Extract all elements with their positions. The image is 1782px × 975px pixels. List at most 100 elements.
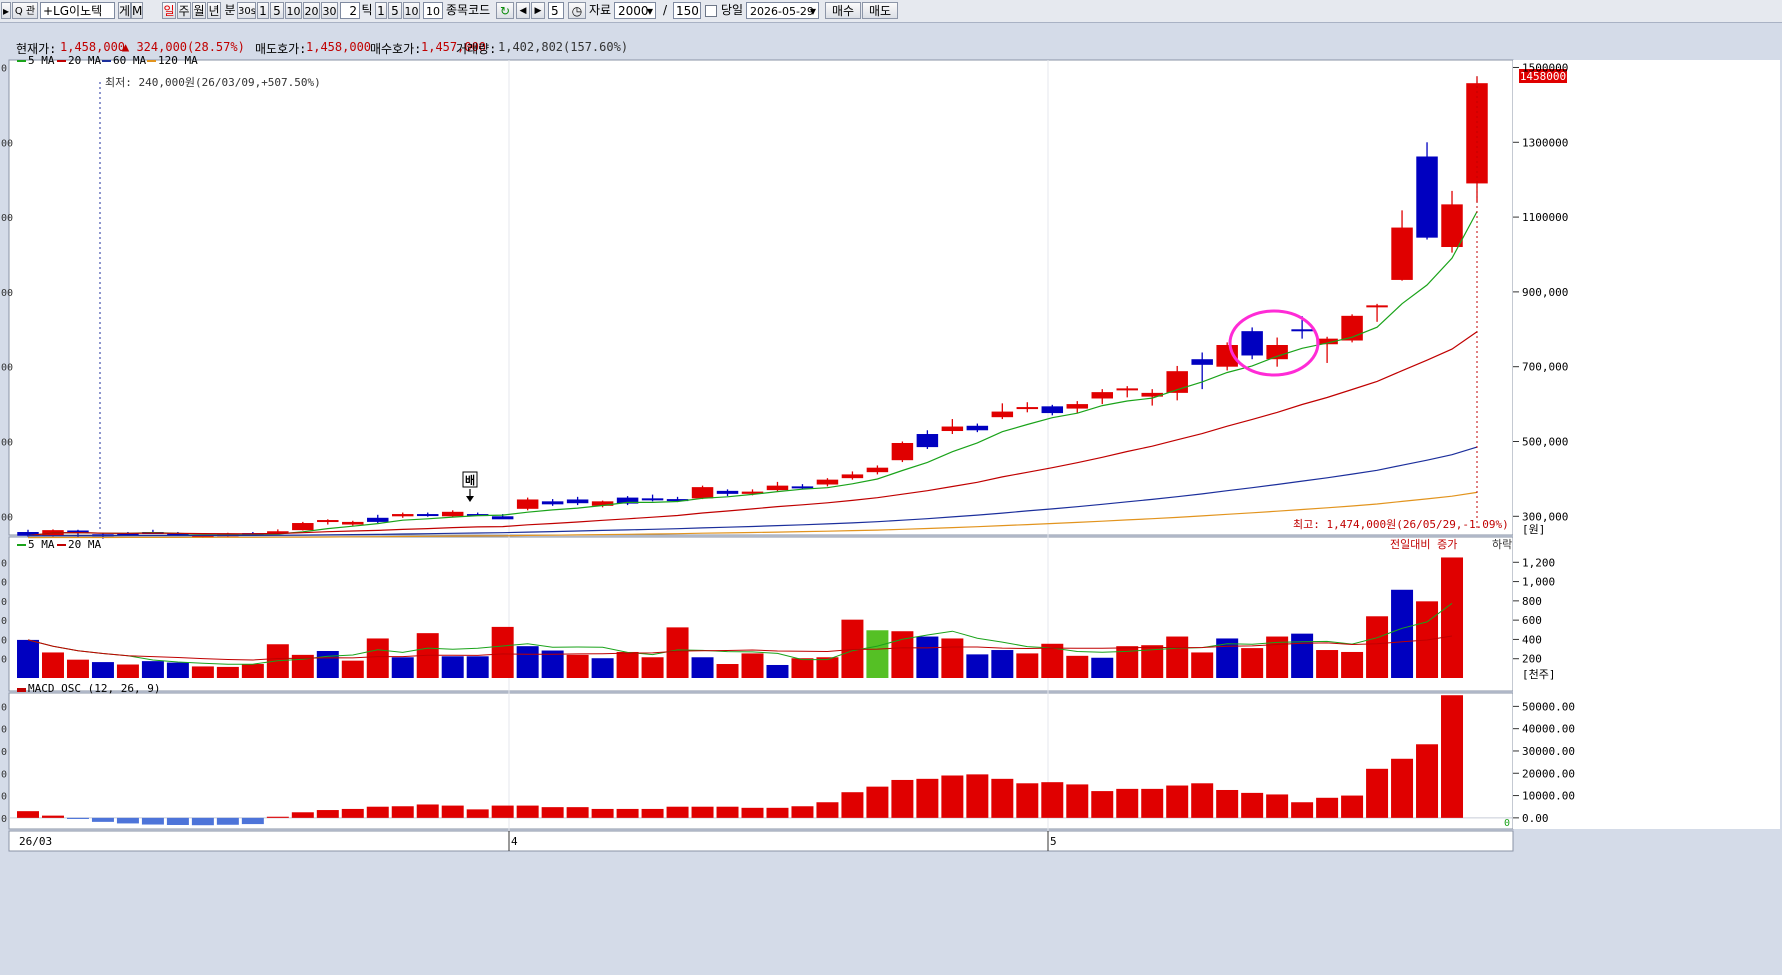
data-count-value: 2000 xyxy=(618,4,649,18)
volume-bar xyxy=(1191,652,1214,678)
tick-5-button[interactable]: 5 xyxy=(388,2,402,19)
macd-left-tick: 0 xyxy=(1,747,7,758)
price-left-tick: 00 xyxy=(1,512,13,523)
vol-legend-ma20-swatch xyxy=(57,544,66,546)
vol-legend-ma20: 20 MA xyxy=(68,538,101,551)
macd-bar xyxy=(491,805,514,818)
volume-left-tick: 0 xyxy=(1,616,7,627)
period-day-button[interactable]: 일 xyxy=(162,2,176,19)
volume-left-tick: 0 xyxy=(1,635,7,646)
volume-value: 1,402,802(157.60%) xyxy=(498,40,629,54)
macd-bar xyxy=(616,808,639,818)
candle-body xyxy=(317,520,339,523)
volume-bar xyxy=(966,654,989,678)
legend-ma60-swatch xyxy=(102,60,111,62)
macd-bar xyxy=(866,786,889,818)
minute-10-button[interactable]: 10 xyxy=(285,2,302,19)
macd-left-tick: 0 xyxy=(1,814,7,825)
macd-bar xyxy=(941,775,964,818)
volume-bar xyxy=(991,650,1014,678)
data-count-select[interactable]: 2000 ▼ xyxy=(614,2,656,19)
volume-label: 거래량: xyxy=(456,42,497,56)
date-select[interactable]: 2026-05-29 ▼ xyxy=(746,2,819,19)
macd-bar xyxy=(1316,797,1339,818)
chart-svg[interactable]: 최저: 240,000원(26/03/09,+507.50%) 최고: 1,47… xyxy=(0,54,1782,972)
volume-bar xyxy=(1091,657,1114,678)
candle-body xyxy=(816,479,839,485)
volume-note: 전일대비 증가 xyxy=(1390,537,1457,551)
macd-bar xyxy=(966,774,989,818)
buy-button[interactable]: 매수 xyxy=(825,2,861,19)
price-left-tick: 00 xyxy=(1,213,13,224)
btn-ge[interactable]: 게 xyxy=(118,2,131,19)
volume-bar xyxy=(741,653,764,678)
expand-arrow-icon[interactable]: ▸ xyxy=(1,2,11,19)
price-axis-label: 700,000 xyxy=(1522,361,1568,374)
volume-bar xyxy=(1441,557,1464,678)
volume-bar xyxy=(1166,636,1189,678)
tick-input[interactable]: 2 xyxy=(340,2,360,19)
candle-body xyxy=(342,521,364,525)
tick-count-input[interactable]: 10 xyxy=(423,2,443,19)
volume-bar xyxy=(166,662,189,678)
volume-bar xyxy=(916,636,939,678)
volume-bar xyxy=(1316,650,1339,678)
macd-bar xyxy=(1216,789,1239,818)
macd-bar xyxy=(441,805,464,818)
same-day-checkbox[interactable] xyxy=(705,5,717,17)
minute-30s-button[interactable]: 30s xyxy=(237,2,256,19)
minute-20-button[interactable]: 20 xyxy=(303,2,320,19)
macd-bar xyxy=(691,806,714,818)
macd-bar xyxy=(791,806,814,818)
price-left-tick: 00 xyxy=(1,437,13,448)
refresh-icon[interactable]: ↻ xyxy=(496,2,514,19)
volume-bar xyxy=(1241,648,1264,678)
vol-legend-ma5-swatch xyxy=(17,544,26,546)
minute-1-button[interactable]: 1 xyxy=(257,2,269,19)
volume-bar xyxy=(491,626,514,678)
period-month-button[interactable]: 월 xyxy=(192,2,206,19)
next-arrow-icon[interactable]: ▶ xyxy=(531,2,545,19)
candle-body xyxy=(841,474,864,479)
volume-left-tick: 0 xyxy=(1,597,7,608)
price-left-tick: 00 xyxy=(1,363,13,374)
macd-bar xyxy=(741,807,764,818)
stock-search-button[interactable]: Q 관 xyxy=(12,2,38,19)
volume-axis-label: 600 xyxy=(1522,614,1542,627)
clock-icon[interactable]: ◷ xyxy=(568,2,586,19)
macd-bar xyxy=(1016,783,1039,818)
candle-body xyxy=(1116,388,1138,391)
volume-bar xyxy=(1391,589,1414,678)
volume-unit: [천주] xyxy=(1522,667,1556,681)
nav-count-input[interactable]: 5 xyxy=(548,2,564,19)
period-week-button[interactable]: 주 xyxy=(177,2,191,19)
volume-bar xyxy=(716,664,739,678)
macd-bar xyxy=(841,792,864,818)
minute-5-button[interactable]: 5 xyxy=(270,2,284,19)
macd-bar xyxy=(1441,695,1464,818)
macd-axis-label: 10000.00 xyxy=(1522,790,1575,803)
sell-button[interactable]: 매도 xyxy=(862,2,898,19)
chart-area[interactable]: 최저: 240,000원(26/03/09,+507.50%) 최고: 1,47… xyxy=(0,54,1782,972)
minute-30-button[interactable]: 30 xyxy=(321,2,338,19)
candle-body xyxy=(1016,407,1039,410)
price-axis-label: 500,000 xyxy=(1522,435,1568,448)
quote-info-bar: 현재가: 1,458,000 ▲ 324,000(28.57%) 매도호가: 1… xyxy=(0,38,1782,56)
candle-body xyxy=(916,434,939,448)
stock-name-input[interactable]: +LG이노텍 xyxy=(40,2,115,19)
legend-ma120: 120 MA xyxy=(158,56,198,67)
candle-body xyxy=(1391,227,1413,280)
macd-bar xyxy=(66,817,89,819)
period-year-button[interactable]: 년 xyxy=(207,2,221,19)
tick-10-button[interactable]: 10 xyxy=(403,2,420,19)
legend-ma60: 60 MA xyxy=(113,56,146,67)
volume-axis-label: 200 xyxy=(1522,653,1542,666)
candle-body xyxy=(991,411,1014,418)
view-count-input[interactable]: 150 xyxy=(673,2,701,19)
tick-1-button[interactable]: 1 xyxy=(375,2,387,19)
macd-bar xyxy=(41,815,64,818)
macd-bar xyxy=(1341,795,1364,818)
volume-bar xyxy=(516,646,539,678)
prev-arrow-icon[interactable]: ◀ xyxy=(516,2,530,19)
btn-m[interactable]: M xyxy=(131,2,143,19)
